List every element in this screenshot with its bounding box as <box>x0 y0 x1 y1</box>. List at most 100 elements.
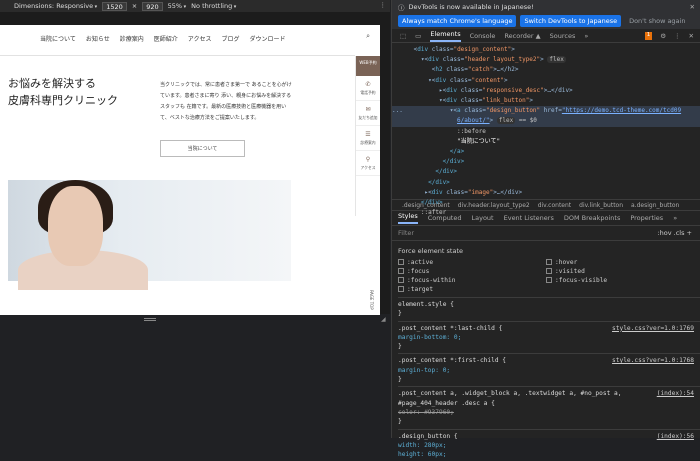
height-input[interactable]: 920 <box>142 1 163 11</box>
nav-item[interactable]: ダウンロード <box>249 34 285 43</box>
times-label: × <box>131 2 138 10</box>
state-hover-checkbox[interactable]: :hover <box>546 259 666 266</box>
breadcrumb-item[interactable]: a.design_button <box>631 202 679 209</box>
dom-node[interactable]: <div class="design_content"> <box>392 45 700 55</box>
side-item-access[interactable]: ⚲ アクセス <box>356 151 380 176</box>
web-reserve-button[interactable]: WEB予約 <box>356 56 380 76</box>
nav-item[interactable]: 診療案内 <box>120 34 144 43</box>
css-rule[interactable]: (index):54 .post_content a, .widget_block… <box>398 386 700 428</box>
tab-elements[interactable]: Elements <box>430 30 461 42</box>
phone-icon: ✆ <box>365 81 371 88</box>
state-visited-checkbox[interactable]: :visited <box>546 268 666 275</box>
header-divider <box>0 55 355 56</box>
state-active-checkbox[interactable]: :active <box>398 259 546 266</box>
info-icon: ⓘ <box>398 3 405 12</box>
issues-badge[interactable]: 1 <box>644 31 653 40</box>
dom-node[interactable]: ▸<div class="responsive_desc">…</div> <box>392 86 700 96</box>
tab-layout[interactable]: Layout <box>472 214 494 222</box>
intro-text: 当クリニックでは、常に患者さま第一で あることを心がけています。患者さまに寄り … <box>160 82 292 121</box>
dont-show-button[interactable]: Don't show again <box>629 17 685 25</box>
tab-computed[interactable]: Computed <box>428 214 462 222</box>
css-rule[interactable]: style.css?ver=1.0:1769 .post_content *:la… <box>398 320 700 354</box>
close-tag: </div> <box>392 178 450 186</box>
nav-item[interactable]: 当院について <box>40 34 76 43</box>
css-rule[interactable]: style.css?ver=1.0:1768 .post_content *:fi… <box>398 353 700 386</box>
page-heading: お悩みを解決する 皮膚科専門クリニック <box>8 77 118 107</box>
dom-node[interactable]: <h2 class="catch">…</h2> <box>392 65 700 75</box>
force-state-grid: :active :hover :focus :visited :focus-wi… <box>392 255 700 297</box>
map-pin-icon: ⚲ <box>365 156 371 163</box>
source-link[interactable]: (index):54 <box>657 389 694 398</box>
source-link[interactable]: (index):56 <box>657 432 694 441</box>
nav-item[interactable]: 医師紹介 <box>154 34 178 43</box>
css-rule[interactable]: element.style {} <box>398 297 700 321</box>
about-button[interactable]: 当院について <box>160 140 245 157</box>
tab-console[interactable]: Console <box>470 32 496 40</box>
hov-cls-controls[interactable]: :hov .cls + <box>657 229 692 237</box>
close-icon[interactable]: ✕ <box>690 3 695 11</box>
more-options-icon[interactable]: ⋮ <box>380 1 387 9</box>
inspect-icon[interactable]: ⬚ <box>400 32 406 40</box>
document-icon: ☰ <box>365 131 371 138</box>
side-item-friend[interactable]: ✉ 友だち追加 <box>356 101 380 126</box>
css-rules: element.style {} style.css?ver=1.0:1769.… <box>392 297 700 461</box>
dom-node[interactable]: ▸<div class="image">…</div> <box>392 188 700 198</box>
force-state-title: Force element state <box>398 247 463 255</box>
switch-japanese-button[interactable]: Switch DevTools to Japanese <box>520 15 622 27</box>
throttle-select[interactable]: No throttling <box>191 2 236 10</box>
dom-node[interactable]: ▾<div class="link_button"> <box>392 96 700 106</box>
breadcrumb-item[interactable]: div.link_button <box>579 202 623 209</box>
match-language-button[interactable]: Always match Chrome's language <box>398 15 517 27</box>
text-node[interactable]: "当院について" <box>392 137 700 147</box>
tab-event-listeners[interactable]: Event Listeners <box>504 214 554 222</box>
pseudo-before[interactable]: ::before <box>392 127 700 137</box>
filter-input[interactable]: Filter <box>398 229 414 237</box>
tab-styles[interactable]: Styles <box>398 212 418 224</box>
css-rule[interactable]: (index):56 .design_button { width: 280px;… <box>398 428 700 461</box>
language-actions: Always match Chrome's language Switch De… <box>392 13 700 29</box>
zoom-select[interactable]: 55% <box>168 2 187 10</box>
nav-item[interactable]: アクセス <box>188 34 212 43</box>
flex-badge[interactable]: flex <box>547 56 566 64</box>
close-icon[interactable]: ✕ <box>689 32 694 40</box>
dom-node-selected-cont[interactable]: 6/about/"> flex == $0 <box>392 116 700 127</box>
source-link[interactable]: style.css?ver=1.0:1768 <box>612 356 694 365</box>
state-focus-within-checkbox[interactable]: :focus-within <box>398 277 546 284</box>
state-focus-checkbox[interactable]: :focus <box>398 268 546 275</box>
nav-item[interactable]: ブログ <box>221 34 239 43</box>
dom-node[interactable]: ▾<div class="header layout_type2"> flex <box>392 55 700 65</box>
filter-bar: Filter :hov .cls + <box>392 226 700 241</box>
dimensions-select[interactable]: Dimensions: Responsive <box>14 2 97 10</box>
nav-item[interactable]: お知らせ <box>86 34 110 43</box>
href-link[interactable]: "https://demo.tcd-theme.com/tcd09 <box>562 107 681 114</box>
side-item-service[interactable]: ☰ 診療案内 <box>356 126 380 151</box>
gear-icon[interactable]: ⚙ <box>660 32 666 40</box>
dom-tree: <div class="design_content"> ▾<div class… <box>392 43 700 216</box>
source-link[interactable]: style.css?ver=1.0:1769 <box>612 324 694 333</box>
more-subtabs-button[interactable]: » <box>673 214 677 222</box>
state-focus-visible-checkbox[interactable]: :focus-visible <box>546 277 666 284</box>
resize-handle[interactable] <box>144 318 156 321</box>
breadcrumb-item[interactable]: div.content <box>538 202 571 209</box>
corner-resize-icon[interactable]: ◢ <box>381 316 386 323</box>
device-toggle-icon[interactable]: ▭ <box>415 32 421 40</box>
side-item-phone[interactable]: ✆ 電話予約 <box>356 76 380 101</box>
width-input[interactable]: 1520 <box>102 1 127 11</box>
dom-node-selected[interactable]: ... ▾<a class="design_button" href="http… <box>392 106 700 117</box>
close-tag: </div> <box>392 168 458 176</box>
tab-recorder[interactable]: Recorder ▲ <box>504 32 540 40</box>
page-top-link[interactable]: PAGE TOP <box>369 290 374 310</box>
language-notice: ⓘ DevTools is now available in Japanese!… <box>392 0 700 13</box>
flex-badge[interactable]: flex <box>496 117 516 125</box>
more-icon[interactable]: ⋮ <box>674 32 681 40</box>
tab-dom-breakpoints[interactable]: DOM Breakpoints <box>564 214 621 222</box>
close-tag: </div> <box>392 158 465 166</box>
dom-node[interactable]: ▾<div class="content"> <box>392 76 700 86</box>
breadcrumb-item[interactable]: div.header.layout_type2 <box>458 202 530 209</box>
breadcrumb-item[interactable]: .design_content <box>402 202 450 209</box>
tab-sources[interactable]: Sources <box>550 32 576 40</box>
search-icon[interactable]: ⌕ <box>366 32 370 41</box>
more-tabs-button[interactable]: » <box>584 32 588 40</box>
tab-properties[interactable]: Properties <box>630 214 663 222</box>
state-target-checkbox[interactable]: :target <box>398 286 546 293</box>
